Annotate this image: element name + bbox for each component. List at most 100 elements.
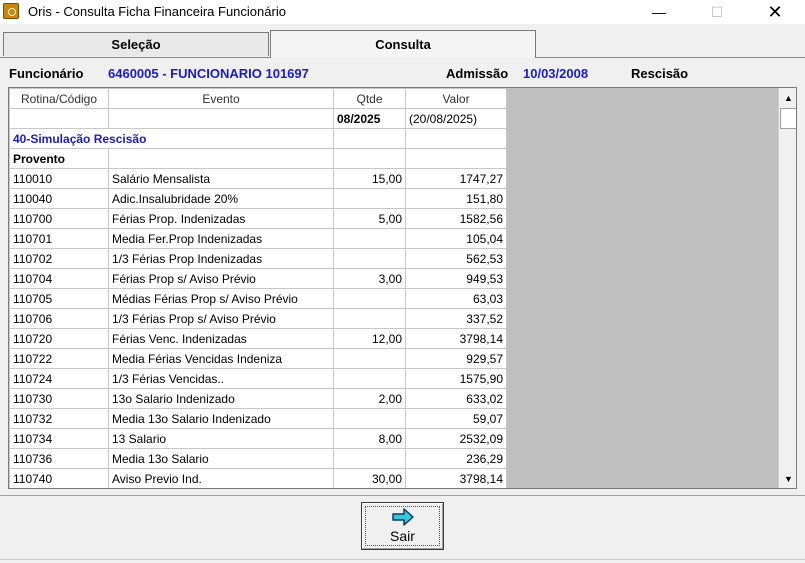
col-header-qtde[interactable]: Qtde	[333, 88, 406, 109]
table-row[interactable]: 110705 Médias Férias Prop s/ Aviso Prévio…	[9, 288, 507, 309]
exit-button[interactable]: Sair	[361, 502, 444, 550]
row-valor: 63,03	[405, 288, 507, 309]
tab-consulta[interactable]: Consulta	[270, 30, 536, 58]
row-code: 110702	[9, 248, 109, 269]
group-cell-empty	[333, 148, 406, 169]
col-header-valor[interactable]: Valor	[405, 88, 507, 109]
row-qtde	[333, 368, 406, 389]
row-event: Media 13o Salario	[108, 448, 334, 469]
row-event: 1/3 Férias Prop s/ Aviso Prévio	[108, 308, 334, 329]
table-row[interactable]: 110701 Media Fer.Prop Indenizadas 105,04	[9, 228, 507, 249]
row-event: Férias Prop. Indenizadas	[108, 208, 334, 229]
row-event: Adic.Insalubridade 20%	[108, 188, 334, 209]
grid-table: Rotina/Código Evento Qtde Valor 08/2025 …	[9, 88, 507, 488]
maximize-button[interactable]: ☐	[694, 0, 740, 24]
row-event: Media Fer.Prop Indenizadas	[108, 228, 334, 249]
table-row[interactable]: 110722 Media Férias Vencidas Indeniza 929,…	[9, 348, 507, 369]
financial-grid[interactable]: Rotina/Código Evento Qtde Valor 08/2025 …	[8, 87, 797, 489]
table-row[interactable]: 110730 13o Salario Indenizado 2,00 633,02	[9, 388, 507, 409]
row-code: 110720	[9, 328, 109, 349]
scroll-thumb[interactable]	[780, 108, 796, 129]
row-event: Media 13o Salario Indenizado	[108, 408, 334, 429]
table-row[interactable]: 110732 Media 13o Salario Indenizado 59,07	[9, 408, 507, 429]
row-qtde	[333, 448, 406, 469]
row-qtde	[333, 228, 406, 249]
admissao-label: Admissão	[446, 66, 509, 81]
row-qtde: 5,00	[333, 208, 406, 229]
group-row[interactable]: Provento	[9, 148, 507, 169]
minimize-button[interactable]: —	[636, 0, 682, 24]
section-cell-empty	[405, 128, 507, 149]
row-valor: 2532,09	[405, 428, 507, 449]
row-valor: 236,29	[405, 448, 507, 469]
row-code: 110040	[9, 188, 109, 209]
row-valor: 929,57	[405, 348, 507, 369]
group-label: Provento	[9, 148, 109, 169]
close-button[interactable]: ✕	[752, 0, 798, 24]
row-code: 110736	[9, 448, 109, 469]
app-icon	[3, 3, 19, 19]
funcionario-value: 6460005 - FUNCIONARIO 101697	[108, 66, 309, 81]
row-code: 110722	[9, 348, 109, 369]
section-label: 40-Simulação Rescisão	[9, 128, 334, 149]
table-row[interactable]: 110720 Férias Venc. Indenizadas 12,00 3798,…	[9, 328, 507, 349]
scroll-down-icon[interactable]: ▼	[780, 470, 796, 487]
table-row[interactable]: 110740 Aviso Previo Ind. 30,00 3798,14	[9, 468, 507, 488]
window-title: Oris - Consulta Ficha Financeira Funcion…	[28, 4, 286, 19]
table-row[interactable]: 110704 Férias Prop s/ Aviso Prévio 3,00 949…	[9, 268, 507, 289]
row-qtde	[333, 348, 406, 369]
row-code: 110701	[9, 228, 109, 249]
row-qtde: 3,00	[333, 268, 406, 289]
row-valor: 105,04	[405, 228, 507, 249]
row-valor: 1582,56	[405, 208, 507, 229]
row-event: Salário Mensalista	[108, 168, 334, 189]
row-valor: 1747,27	[405, 168, 507, 189]
row-code: 110704	[9, 268, 109, 289]
col-header-code[interactable]: Rotina/Código	[9, 88, 109, 109]
row-event: 13 Salario	[108, 428, 334, 449]
row-code: 110730	[9, 388, 109, 409]
row-valor: 1575,90	[405, 368, 507, 389]
row-code: 110010	[9, 168, 109, 189]
period-row: 08/2025 (20/08/2025)	[9, 108, 507, 129]
row-valor: 337,52	[405, 308, 507, 329]
row-qtde: 8,00	[333, 428, 406, 449]
focus-rect	[365, 506, 440, 546]
row-code: 110734	[9, 428, 109, 449]
rescisao-label: Rescisão	[631, 66, 689, 81]
row-code: 110740	[9, 468, 109, 488]
row-code: 110706	[9, 308, 109, 329]
table-row[interactable]: 110700 Férias Prop. Indenizadas 5,00 1582,5…	[9, 208, 507, 229]
row-code: 110724	[9, 368, 109, 389]
table-row[interactable]: 110734 13 Salario 8,00 2532,09	[9, 428, 507, 449]
row-code: 110705	[9, 288, 109, 309]
table-row[interactable]: 110706 1/3 Férias Prop s/ Aviso Prévio 337…	[9, 308, 507, 329]
period-valor: (20/08/2025)	[405, 108, 507, 129]
table-row[interactable]: 110010 Salário Mensalista 15,00 1747,27	[9, 168, 507, 189]
row-qtde: 12,00	[333, 328, 406, 349]
vertical-scrollbar[interactable]: ▲ ▼	[778, 88, 796, 488]
row-valor: 949,53	[405, 268, 507, 289]
section-row[interactable]: 40-Simulação Rescisão	[9, 128, 507, 149]
period-cell-empty	[108, 108, 334, 129]
row-code: 110732	[9, 408, 109, 429]
table-row[interactable]: 110040 Adic.Insalubridade 20% 151,80	[9, 188, 507, 209]
period-qtde: 08/2025	[333, 108, 406, 129]
col-header-event[interactable]: Evento	[108, 88, 334, 109]
status-divider	[0, 559, 805, 560]
title-bar: Oris - Consulta Ficha Financeira Funcion…	[0, 0, 805, 24]
row-qtde: 30,00	[333, 468, 406, 488]
table-row[interactable]: 110702 1/3 Férias Prop Indenizadas 562,53	[9, 248, 507, 269]
row-code: 110700	[9, 208, 109, 229]
row-qtde: 15,00	[333, 168, 406, 189]
table-row[interactable]: 110736 Media 13o Salario 236,29	[9, 448, 507, 469]
row-valor: 633,02	[405, 388, 507, 409]
row-event: Médias Férias Prop s/ Aviso Prévio	[108, 288, 334, 309]
table-row[interactable]: 110724 1/3 Férias Vencidas.. 1575,90	[9, 368, 507, 389]
row-qtde	[333, 188, 406, 209]
tab-selecao[interactable]: Seleção	[3, 32, 269, 56]
row-valor: 151,80	[405, 188, 507, 209]
scroll-up-icon[interactable]: ▲	[780, 89, 796, 106]
period-cell-empty	[9, 108, 109, 129]
group-cell-empty	[405, 148, 507, 169]
